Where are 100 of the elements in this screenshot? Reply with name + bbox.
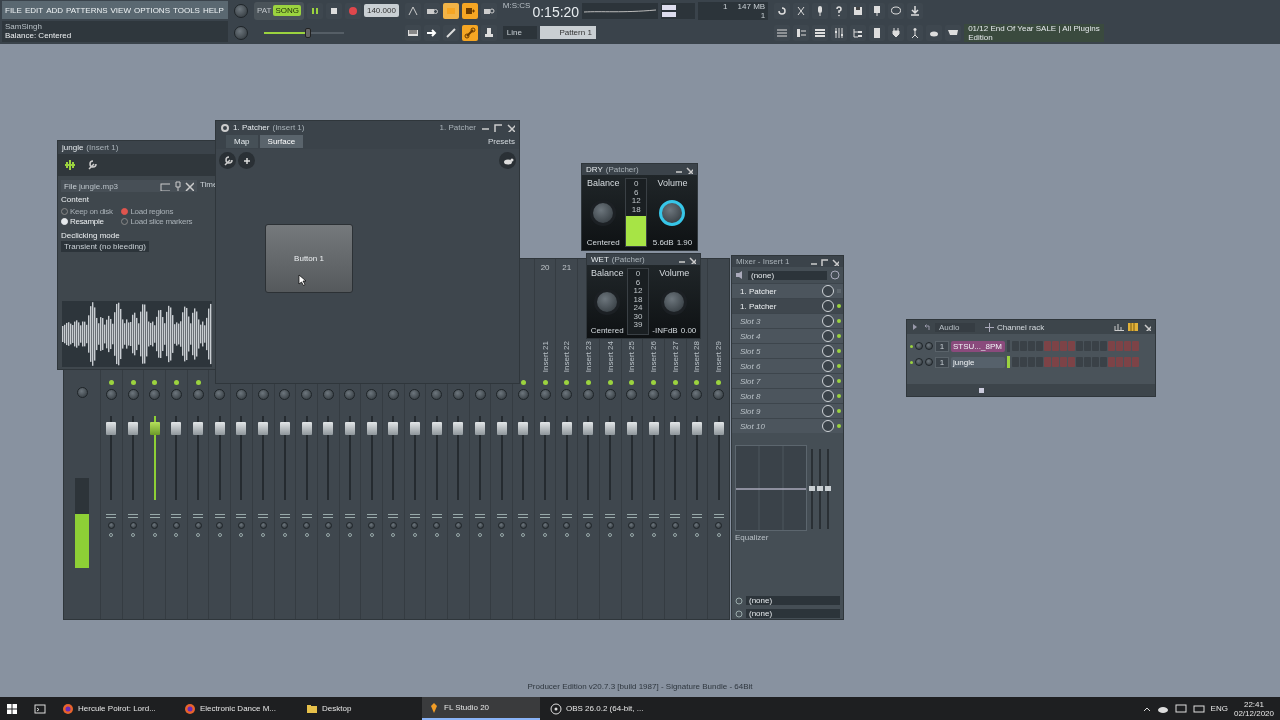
plug-button[interactable] [888,24,905,41]
pan-knob[interactable] [496,389,508,400]
close-button[interactable] [685,165,693,174]
stereo-knob[interactable] [584,522,592,529]
stereo-knob[interactable] [476,522,484,529]
pan-knob[interactable] [452,389,464,400]
balance-knob[interactable] [590,200,617,226]
cut-button[interactable] [793,2,810,19]
document-button[interactable] [869,24,886,41]
taskbar-item[interactable]: OBS 26.0.2 (64-bit, ... [544,697,662,720]
effect-slot[interactable]: Slot 3 [732,313,843,328]
slot-led-icon[interactable] [837,424,841,428]
mix-knob[interactable] [822,390,834,402]
route-arrows-icon[interactable] [540,514,551,518]
pan-knob[interactable] [626,389,638,400]
pan-knob[interactable] [149,389,161,400]
effect-slot[interactable]: Slot 6 [732,358,843,373]
piano-roll-button[interactable] [793,24,810,41]
pan-knob[interactable] [604,389,616,400]
close-button[interactable] [1142,322,1151,332]
mix-knob[interactable] [822,405,834,417]
mix-knob[interactable] [822,360,834,372]
mix-knob[interactable] [822,330,834,342]
arrow-button[interactable] [423,24,440,41]
stereo-knob[interactable] [628,522,636,529]
stereo-knob[interactable] [172,522,180,529]
output-dropdown[interactable]: (none) [746,596,840,605]
wrench-button[interactable] [219,152,236,169]
mix-knob[interactable] [822,285,834,297]
route-arrows-icon[interactable] [475,514,486,518]
clock-date[interactable]: 02/12/2020 [1233,708,1274,718]
menu-item[interactable]: FILE [5,5,22,15]
led-icon[interactable] [629,380,635,385]
group-dropdown[interactable]: Audio [935,322,975,332]
snap-dropdown[interactable]: Line [502,26,537,39]
pan-knob[interactable] [322,389,334,400]
effect-slot[interactable]: Slot 8 [732,388,843,403]
stereo-knob[interactable] [433,522,441,529]
tab[interactable]: Surface [259,135,304,148]
pan-knob[interactable] [517,389,529,400]
led-icon[interactable] [542,380,548,385]
slot-led-icon[interactable] [837,364,841,368]
master-pitch-knob[interactable] [234,26,248,40]
taskbar-item[interactable]: Electronic Dance M... [178,697,296,720]
mix-knob[interactable] [822,300,834,312]
stereo-knob[interactable] [107,522,115,529]
stereo-knob[interactable] [715,522,723,529]
stereo-knob[interactable] [259,522,267,529]
route-arrows-icon[interactable] [713,514,724,518]
route-arrows-icon[interactable] [344,514,355,518]
metronome-button[interactable] [404,2,421,19]
route-arrows-icon[interactable] [561,514,572,518]
stereo-knob[interactable] [237,522,245,529]
stereo-knob[interactable] [693,522,701,529]
route-arrows-icon[interactable] [670,514,681,518]
led-icon[interactable] [716,380,722,385]
taskbar-item[interactable]: FL Studio 20 [422,697,540,720]
declicking-dropdown[interactable]: Transient (no bleeding) [61,241,149,252]
led-icon[interactable] [585,380,591,385]
stereo-knob[interactable] [281,522,289,529]
route-arrows-icon[interactable] [388,514,399,518]
master-volume-knob[interactable] [234,4,248,18]
undo-button[interactable] [774,2,791,19]
led-icon[interactable] [195,380,201,385]
route-arrows-icon[interactable] [648,514,659,518]
channel-led-icon[interactable] [910,360,913,364]
mixer-track-number[interactable]: 1 [935,356,949,368]
menu-item[interactable]: VIEW [110,5,131,15]
route-arrows-icon[interactable] [409,514,420,518]
stereo-knob[interactable] [194,522,202,529]
pan-knob[interactable] [409,389,421,400]
waveform-tab[interactable] [62,157,78,173]
stereo-knob[interactable] [216,522,224,529]
maximize-button[interactable] [492,122,502,133]
led-icon[interactable] [564,380,570,385]
pan-knob[interactable] [561,389,573,400]
route-arrows-icon[interactable] [193,514,204,518]
route-arrows-icon[interactable] [496,514,507,518]
presets-button[interactable]: Presets [487,137,515,146]
cart-button[interactable] [945,24,962,41]
pan-knob[interactable] [669,389,681,400]
stereo-knob[interactable] [346,522,354,529]
route-arrows-icon[interactable] [128,514,139,518]
route-arrows-icon[interactable] [258,514,269,518]
route-arrows-icon[interactable] [214,514,225,518]
effect-slot[interactable]: 1. Patcher [732,298,843,313]
blend-notes-button[interactable] [461,2,478,19]
effect-slot[interactable]: Slot 9 [732,403,843,418]
stereo-knob[interactable] [303,522,311,529]
route-arrows-icon[interactable] [605,514,616,518]
input-dropdown[interactable]: (none) [748,270,827,280]
close-button[interactable] [505,122,515,133]
pan-knob[interactable] [257,389,269,400]
stereo-knob[interactable] [519,522,527,529]
effect-slot[interactable]: Slot 10 [732,418,843,433]
export-button[interactable] [869,2,886,19]
channel-led-icon[interactable] [910,344,913,348]
slot-led-icon[interactable] [837,394,841,398]
clock-time[interactable]: 22:41 [1243,699,1264,709]
close-button[interactable] [184,181,194,191]
